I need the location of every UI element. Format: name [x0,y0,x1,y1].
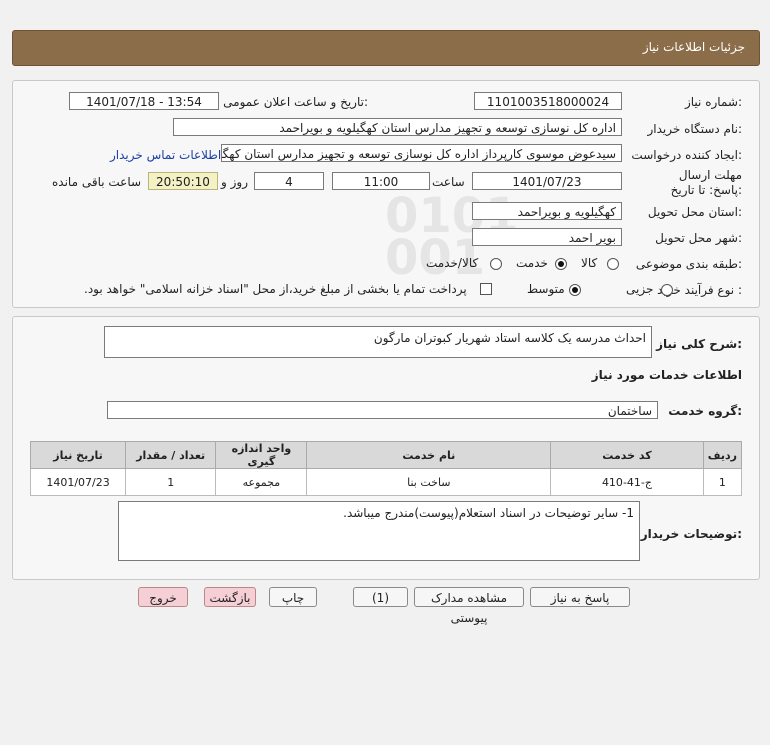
col-service-code: کد خدمت [550,441,704,469]
page-title: جزئیات اطلاعات نیاز [642,40,745,54]
creator-label: ایجاد کننده درخواست: [631,148,742,162]
services-table: ردیف کد خدمت نام خدمت واحد اندازه گیری ت… [29,441,743,496]
col-need-date: تاریخ نیاز [29,441,127,469]
category-option-goods-service: کالا/خدمت [426,256,479,270]
process-radio-medium[interactable] [569,284,581,296]
cell-row-number: 1 [702,468,743,496]
treasury-payment-checkbox[interactable] [480,283,492,295]
view-attachments-count-button[interactable]: (1) [353,587,408,607]
deadline-time-field: 11:00 [332,172,430,190]
buyer-org-field: اداره کل نوسازی توسعه و تجهیز مدارس استا… [173,118,622,136]
cell-need-date: 1401/07/23 [29,468,127,496]
deadline-date-field: 1401/07/23 [472,172,622,190]
category-label: طبقه بندی موضوعی: [635,257,742,271]
category-radio-goods-service[interactable] [490,258,502,270]
city-field: بویر احمد [472,228,622,246]
remaining-time-field: 20:50:10 [148,172,218,190]
service-group-field: ساختمان [107,401,658,419]
col-quantity: تعداد / مقدار [125,441,217,469]
need-summary-label: شرح کلی نیاز: [656,337,742,351]
category-option-goods: کالا [581,256,598,270]
exit-button[interactable]: خروج [138,587,188,607]
cell-quantity: 1 [125,468,217,496]
page-header: جزئیات اطلاعات نیاز [12,30,760,66]
category-radio-goods[interactable] [607,258,619,270]
deadline-time-label: ساعت [432,175,465,189]
remaining-time-label: ساعت باقی مانده [52,175,142,189]
process-radio-minor[interactable] [661,284,673,296]
view-attachments-button[interactable]: مشاهده مدارک پیوستی [414,587,524,625]
process-option-medium: متوسط [527,282,565,296]
col-service-name: نام خدمت [306,441,552,469]
need-number-label: شماره نیاز: [684,95,742,109]
service-group-label: گروه خدمت: [668,404,742,418]
category-option-service: خدمت [516,256,548,270]
buyer-contact-link[interactable]: اطلاعات تماس خریدار [110,148,221,162]
deadline-label: مهلت ارسال پاسخ: تا تاریخ: [670,168,742,197]
province-label: استان محل تحویل: [647,205,742,219]
process-option-minor: جزیی [626,282,654,296]
services-table-header: ردیف کد خدمت نام خدمت واحد اندازه گیری ت… [29,441,743,469]
cell-service-code: ج-41-410 [550,468,704,496]
city-label: شهر محل تحویل: [655,231,742,245]
treasury-payment-note: پرداخت تمام یا بخشی از مبلغ خرید،از محل … [84,282,467,296]
remaining-days-label: روز و [221,175,248,189]
creator-field: سیدعوض موسوی کارپرداز اداره کل نوسازی تو… [221,144,622,162]
reply-to-need-button[interactable]: پاسخ به نیاز [530,587,630,607]
need-summary-field: احداث مدرسه یک کلاسه استاد شهریار کبوترا… [104,326,652,358]
back-button[interactable]: بازگشت [204,587,256,607]
buyer-notes-label: توضیحات خریدار: [640,527,742,541]
cell-service-name: ساخت بنا [306,468,552,496]
buyer-notes-field: 1- سایر توضیحات در اسناد استعلام(پیوست)م… [118,501,640,561]
remaining-days-field: 4 [254,172,324,190]
need-number-field: 1101003518000024 [474,92,622,110]
category-radio-service[interactable] [555,258,567,270]
announce-date-label: تاریخ و ساعت اعلان عمومی: [223,95,368,109]
col-row-number: ردیف [702,441,743,469]
cell-unit: مجموعه [215,468,308,496]
table-row: 1 ج-41-410 ساخت بنا مجموعه 1 1401/07/23 [29,468,743,496]
buyer-org-label: نام دستگاه خریدار: [647,122,743,136]
services-section-title: اطلاعات خدمات مورد نیاز [591,368,742,382]
announce-date-field: 1401/07/18 - 13:54 [69,92,219,110]
print-button[interactable]: چاپ [269,587,317,607]
province-field: کهگیلویه و بویراحمد [472,202,622,220]
col-unit: واحد اندازه گیری [215,441,308,469]
need-info-panel [12,80,760,308]
